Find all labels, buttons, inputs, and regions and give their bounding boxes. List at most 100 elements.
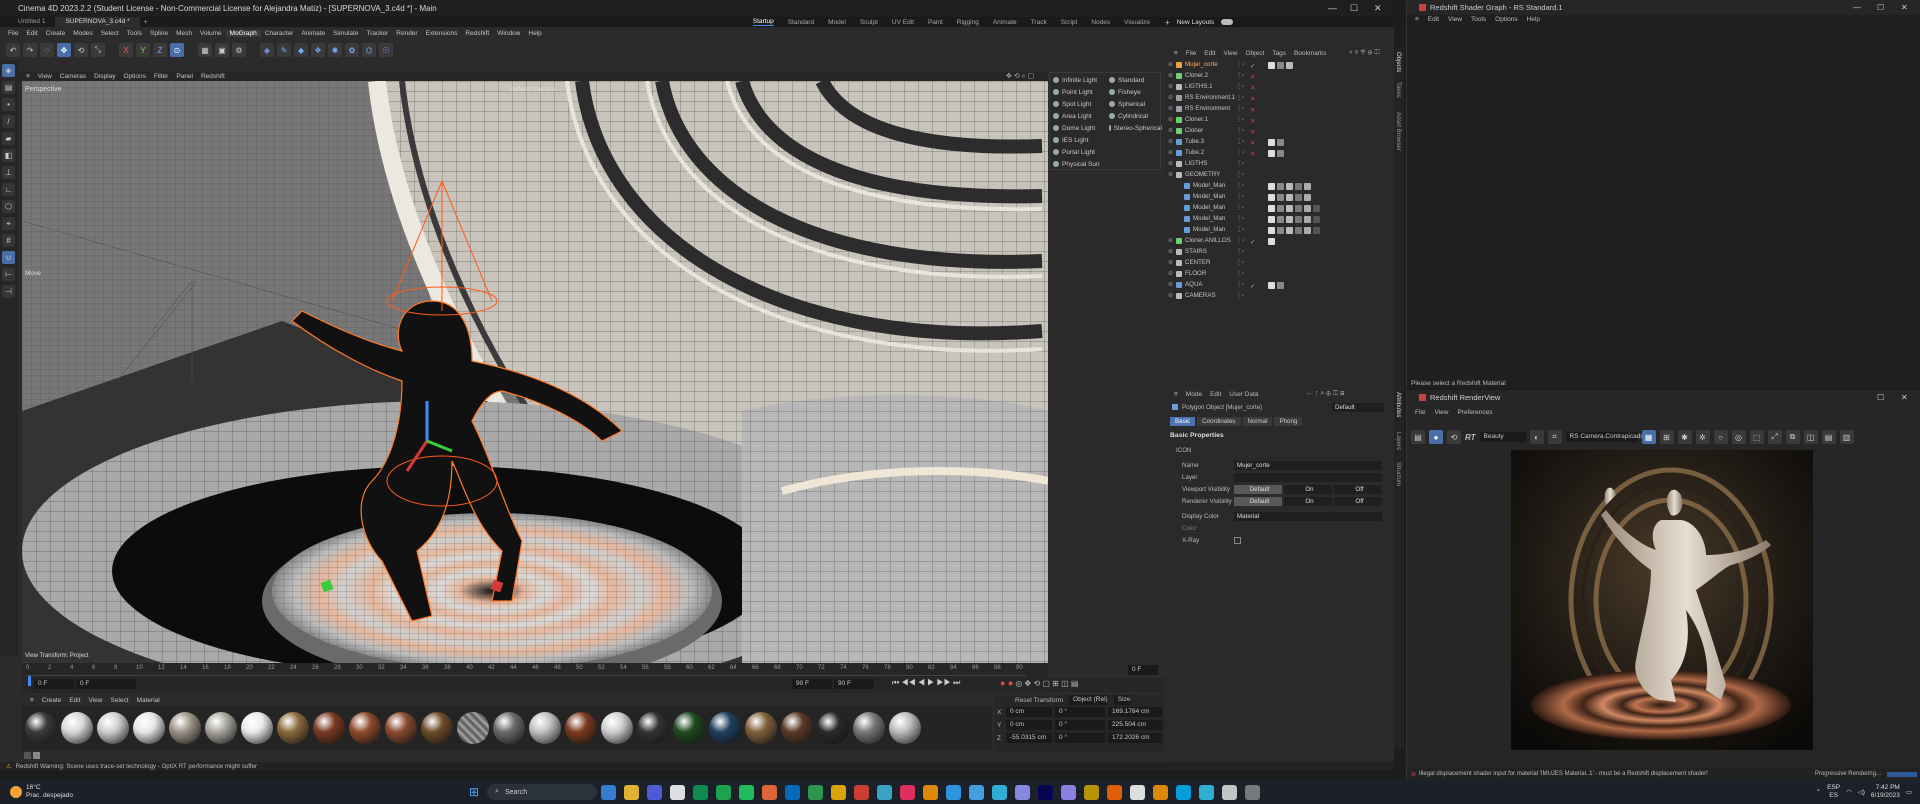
enable-check[interactable]: ✕ bbox=[1250, 150, 1264, 158]
layout-tab-sculpt[interactable]: Sculpt bbox=[860, 19, 878, 26]
expand-icon[interactable]: ⊕ bbox=[1168, 281, 1173, 288]
material-swatch[interactable] bbox=[385, 712, 417, 744]
expand-icon[interactable]: ⊕ bbox=[1168, 127, 1173, 134]
expand-icon[interactable]: ⊕ bbox=[1168, 259, 1173, 266]
notifications-icon[interactable]: ▭ bbox=[1906, 788, 1912, 796]
attribute-tab-basic[interactable]: Basic bbox=[1170, 417, 1196, 426]
size-x-field[interactable]: 169.1784 cm bbox=[1108, 707, 1162, 717]
object-row[interactable]: ⊕ GEOMETRY ⋮▫ bbox=[1166, 170, 1394, 181]
viewport-menu-view[interactable]: View bbox=[34, 73, 56, 80]
visibility-dots-icon[interactable]: ⋮▫ bbox=[1236, 281, 1244, 288]
xray-checkbox[interactable] bbox=[1234, 536, 1241, 544]
side-tab-structure[interactable]: Structure bbox=[1395, 462, 1401, 486]
reset-transform-button[interactable]: Reset Transform bbox=[1015, 697, 1063, 704]
expand-icon[interactable]: ⊕ bbox=[1168, 270, 1173, 277]
undo-icon[interactable]: ↶ bbox=[6, 43, 20, 57]
viewport-hamburger-icon[interactable]: ≡ bbox=[22, 73, 34, 80]
render-vis-on[interactable]: On bbox=[1284, 496, 1332, 506]
visibility-dots-icon[interactable]: ⋮▫ bbox=[1236, 215, 1244, 222]
refresh-icon[interactable]: ⟲ bbox=[1447, 430, 1461, 444]
weather-widget[interactable]: 16°C Prac. despejado bbox=[26, 784, 73, 800]
attribute-tab-normal[interactable]: Normal bbox=[1242, 417, 1273, 426]
doc-tab-supernova[interactable]: SUPERNOVA_3.c4d * bbox=[55, 17, 140, 27]
viewport-nav-icons[interactable]: ✥ ⟲ ⌕ ▢ bbox=[1006, 72, 1034, 81]
camera-menu-fisheye[interactable]: Fisheye bbox=[1106, 86, 1162, 98]
object-row[interactable]: ⊕ Cloner ⋮▫ ✕ bbox=[1166, 126, 1394, 137]
grid-snap-icon[interactable]: # bbox=[2, 234, 15, 247]
shader-menu-options[interactable]: Options bbox=[1495, 16, 1517, 23]
object-menu-edit[interactable]: Edit bbox=[1204, 50, 1215, 57]
z-axis-icon[interactable]: Z bbox=[153, 43, 167, 57]
object-row[interactable]: Model_Man ⋮▫ bbox=[1166, 192, 1394, 203]
render-start-icon[interactable]: ● bbox=[1429, 430, 1443, 444]
clock[interactable]: 7:42 PM 6/19/2023 bbox=[1871, 784, 1900, 800]
expand-icon[interactable]: ⊕ bbox=[1168, 116, 1173, 123]
model-mode-icon[interactable]: ◈ bbox=[2, 64, 15, 77]
layout-tab-track[interactable]: Track bbox=[1031, 19, 1047, 26]
render-menu-preferences[interactable]: Preferences bbox=[1457, 409, 1492, 416]
record-icon[interactable]: ● ● bbox=[1000, 678, 1013, 688]
enable-check[interactable]: ✓ bbox=[1250, 282, 1264, 290]
layout-icon[interactable]: ▥ bbox=[1839, 430, 1854, 444]
object-rel-dropdown[interactable]: Object (Rel) bbox=[1069, 695, 1108, 705]
rotation-y-field[interactable]: 0 ° bbox=[1055, 720, 1105, 730]
coordinate-icon[interactable]: ⊙ bbox=[170, 43, 184, 57]
attribute-menu-user-data[interactable]: User Data bbox=[1229, 391, 1258, 398]
taskbar-app-icon[interactable] bbox=[1176, 784, 1192, 800]
menu-help[interactable]: Help bbox=[524, 30, 545, 37]
viewport-vis-on[interactable]: On bbox=[1284, 484, 1332, 494]
object-row[interactable]: ⊕ RS Environment.1 ⋮▫ ✕ bbox=[1166, 93, 1394, 104]
icon-section-label[interactable]: ICON bbox=[1176, 447, 1191, 454]
material-view-toggles[interactable] bbox=[24, 752, 50, 760]
material-swatch[interactable] bbox=[493, 712, 525, 744]
material-menu-edit[interactable]: Edit bbox=[65, 697, 84, 704]
light-menu-dome-light[interactable]: Dome Light bbox=[1050, 122, 1106, 134]
shader-hamburger-icon[interactable]: ≡ bbox=[1415, 16, 1419, 23]
object-tags[interactable] bbox=[1268, 205, 1320, 212]
object-row[interactable]: ⊕ CAMERAS ⋮▫ bbox=[1166, 291, 1394, 302]
taskbar-app-icon[interactable] bbox=[1038, 784, 1054, 800]
edge-mode-icon[interactable]: / bbox=[2, 115, 15, 128]
size-y-field[interactable]: 225.504 cm bbox=[1108, 720, 1162, 730]
camera-dropdown[interactable]: RS Camera.Contrapicado bbox=[1565, 432, 1644, 442]
rotation-x-field[interactable]: 0 ° bbox=[1055, 707, 1105, 717]
camera-menu-stereo-spherical[interactable]: Stereo-Spherical bbox=[1106, 122, 1162, 134]
weather-icon[interactable] bbox=[10, 786, 22, 798]
shader-graph-canvas[interactable] bbox=[1407, 24, 1920, 380]
playback-controls[interactable]: ⏮ ◀◀ ◀ ▶ ▶▶ ⏭ bbox=[892, 678, 960, 688]
object-tags[interactable] bbox=[1268, 282, 1284, 289]
visibility-dots-icon[interactable]: ⋮▫ bbox=[1236, 248, 1244, 255]
aov-dropdown[interactable]: Beauty bbox=[1479, 432, 1526, 442]
object-row[interactable]: ⊕ Tube.2 ⋮▫ ✕ bbox=[1166, 148, 1394, 159]
object-row[interactable]: ⊕ STAIRS ⋮▫ bbox=[1166, 247, 1394, 258]
visibility-dots-icon[interactable]: ⋮▫ bbox=[1236, 116, 1244, 123]
end-frame-field[interactable]: 90 F bbox=[792, 679, 832, 689]
render-close-button[interactable]: ✕ bbox=[1901, 393, 1908, 402]
history-icon[interactable]: ▤ bbox=[1821, 430, 1836, 444]
taskbar-app-icon[interactable] bbox=[900, 784, 916, 800]
object-row[interactable]: ⊕ FLOOR ⋮▫ bbox=[1166, 269, 1394, 280]
render-vis-off[interactable]: Off bbox=[1334, 496, 1382, 506]
subdivision-icon[interactable]: ◆ bbox=[294, 43, 308, 57]
object-tags[interactable] bbox=[1268, 238, 1275, 245]
rt-toggle[interactable]: RT bbox=[1465, 433, 1476, 442]
taskbar-app-icon[interactable] bbox=[1061, 784, 1077, 800]
object-tags[interactable] bbox=[1268, 139, 1284, 146]
shader-maximize-button[interactable]: ☐ bbox=[1877, 3, 1884, 12]
new-layouts-button[interactable]: New Layouts bbox=[1177, 19, 1215, 26]
material-menu-select[interactable]: Select bbox=[107, 697, 133, 704]
layout-tab-nodes[interactable]: Nodes bbox=[1091, 19, 1110, 26]
menu-simulate[interactable]: Simulate bbox=[329, 30, 362, 37]
lock-icon[interactable]: ▦ bbox=[1641, 430, 1656, 444]
visibility-dots-icon[interactable]: ⋮▫ bbox=[1236, 105, 1244, 112]
expand-icon[interactable]: ⊕ bbox=[1168, 171, 1173, 178]
viewport-menu-panel[interactable]: Panel bbox=[172, 73, 197, 80]
enable-check[interactable]: ✕ bbox=[1250, 73, 1264, 81]
snap-icon[interactable]: ∟ bbox=[2, 183, 15, 196]
menu-extensions[interactable]: Extensions bbox=[422, 30, 462, 37]
render-view-icon[interactable]: ▣ bbox=[215, 43, 229, 57]
snowflake-icon[interactable]: ✱ bbox=[1677, 430, 1692, 444]
redo-icon[interactable]: ↷ bbox=[23, 43, 37, 57]
expand-icon[interactable]: ⊕ bbox=[1168, 105, 1173, 112]
visibility-dots-icon[interactable]: ⋮▫ bbox=[1236, 171, 1244, 178]
